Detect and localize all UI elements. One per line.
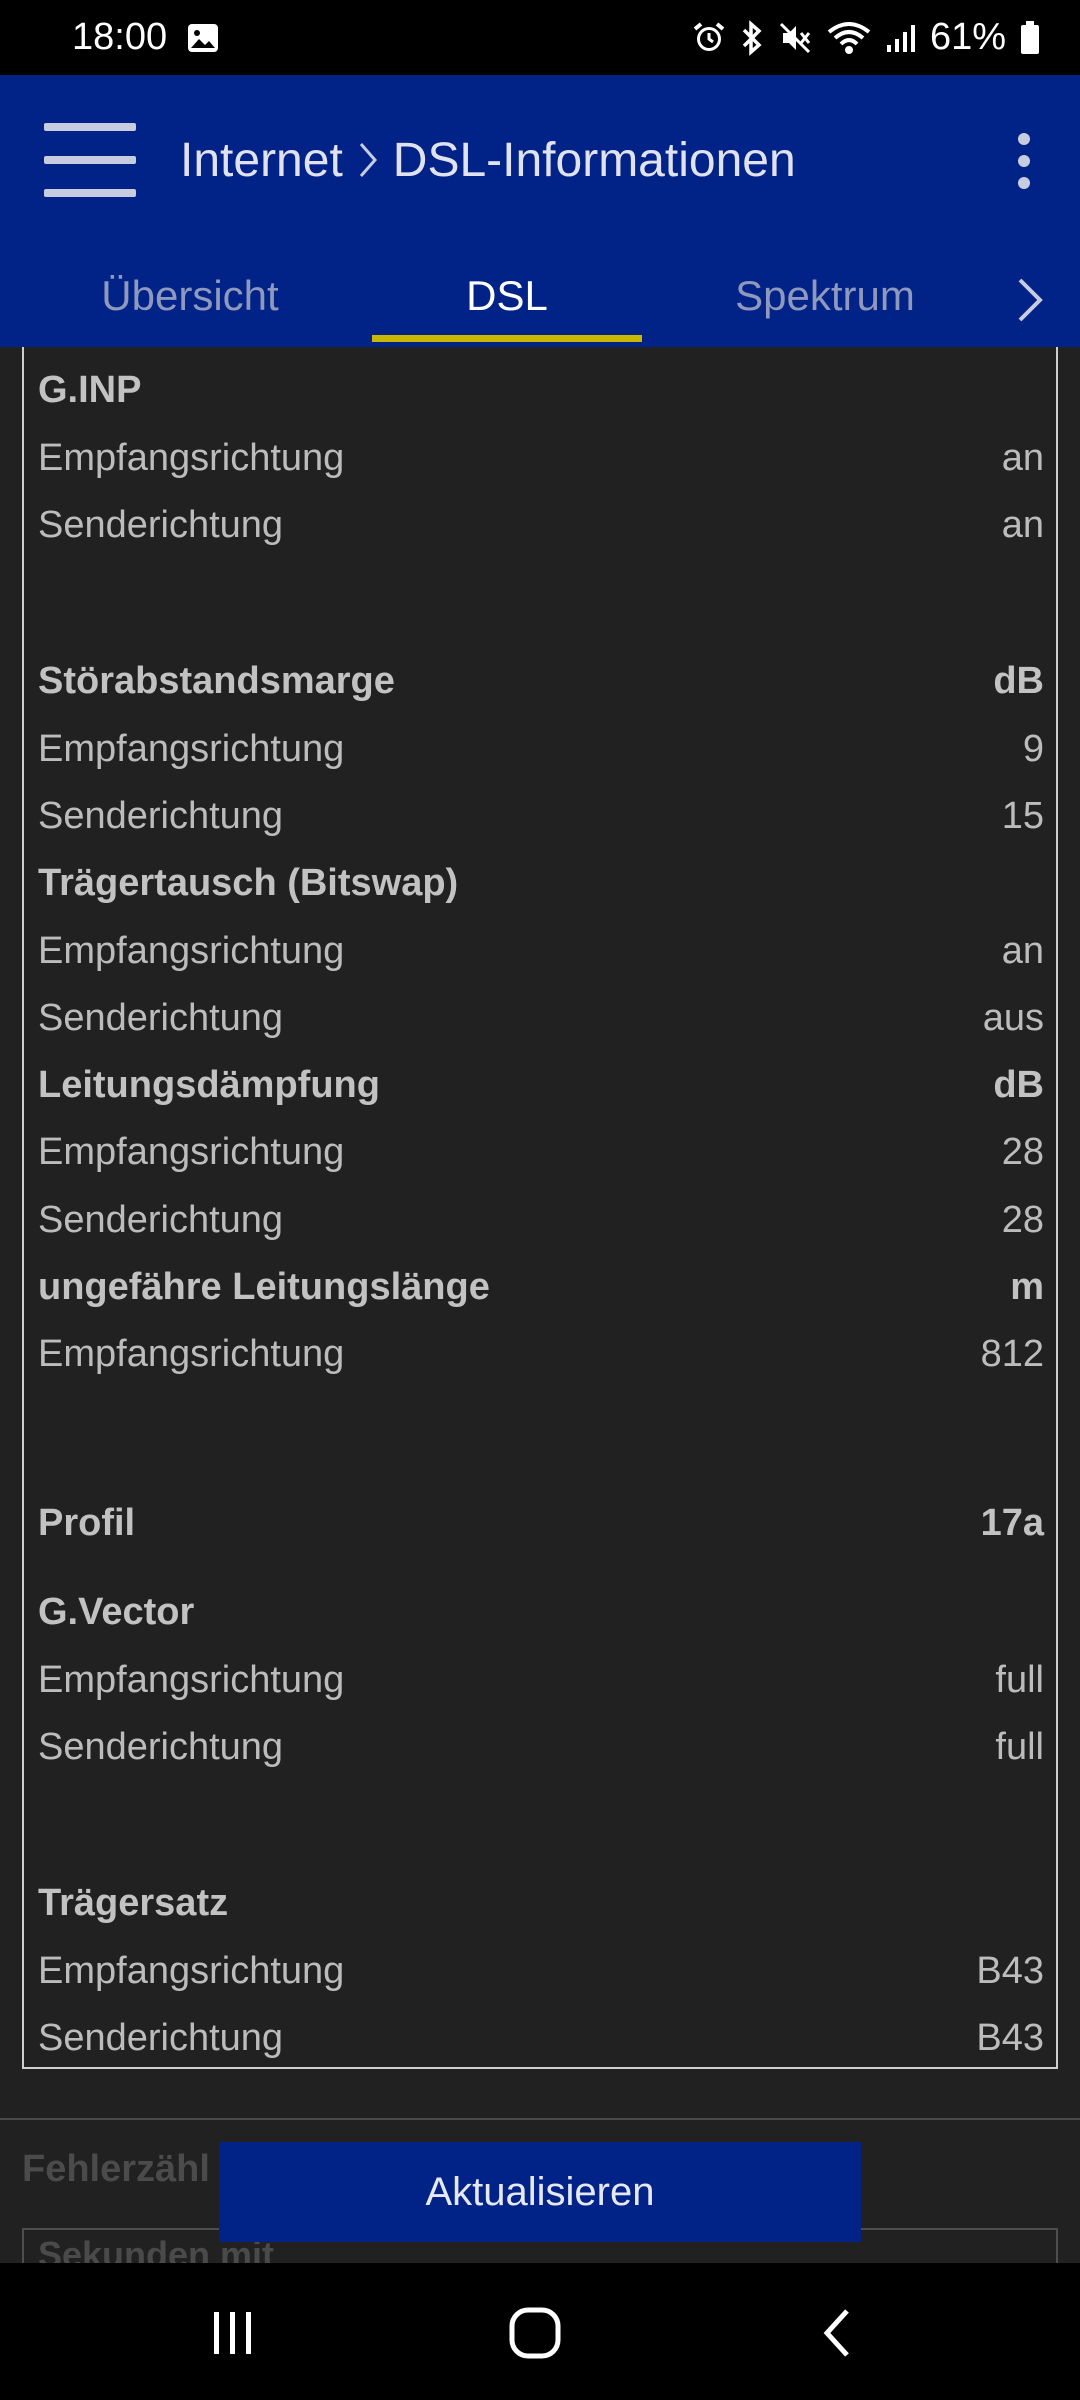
- recent-apps-icon[interactable]: [188, 2293, 278, 2373]
- row-label: Senderichtung: [38, 794, 284, 837]
- chevron-right-icon: [355, 140, 381, 180]
- ginp-downstream-row: Empfangsrichtung an: [38, 428, 1044, 488]
- bitswap-label: Trägertausch (Bitswap): [38, 861, 459, 904]
- attenuation-downstream-row: Empfangsrichtung 28: [38, 1122, 1044, 1182]
- image-notification-icon: [187, 23, 219, 53]
- snr-upstream-row: Senderichtung 15: [38, 786, 1044, 846]
- error-counter-heading: Fehlerzähl: [22, 2148, 210, 2190]
- row-label: Senderichtung: [38, 503, 284, 546]
- breadcrumb: Internet DSL-Informationen: [180, 128, 796, 192]
- snr-header: Störabstandsmarge dB: [38, 651, 1044, 711]
- row-value: 28: [1001, 1198, 1044, 1241]
- status-bar: 18:00 61%: [0, 0, 1080, 75]
- row-value: 812: [980, 1332, 1044, 1375]
- breadcrumb-root[interactable]: Internet: [180, 133, 343, 188]
- system-nav-bar: [0, 2263, 1080, 2400]
- more-options-button[interactable]: [1012, 133, 1036, 193]
- status-time: 18:00: [72, 16, 168, 58]
- gvector-label: G.Vector: [38, 1590, 195, 1633]
- row-value: an: [1001, 436, 1044, 479]
- ginp-upstream-row: Senderichtung an: [38, 495, 1044, 555]
- row-value: 15: [1001, 794, 1044, 837]
- snr-label: Störabstandsmarge: [38, 659, 395, 702]
- row-value: an: [1001, 929, 1044, 972]
- row-value: B43: [976, 1949, 1044, 1992]
- row-label: Empfangsrichtung: [38, 929, 345, 972]
- bitswap-downstream-row: Empfangsrichtung an: [38, 921, 1044, 981]
- row-label: Senderichtung: [38, 1198, 284, 1241]
- snr-unit: dB: [993, 659, 1044, 702]
- tab-scroll-right-icon[interactable]: [1010, 270, 1050, 330]
- row-value: B43: [976, 2016, 1044, 2059]
- row-value: aus: [982, 996, 1044, 1039]
- mute-icon: [778, 21, 812, 55]
- line-length-downstream-row: Empfangsrichtung 812: [38, 1324, 1044, 1384]
- line-length-label: ungefähre Leitungslänge: [38, 1265, 490, 1308]
- alarm-icon: [692, 21, 726, 55]
- row-value: full: [995, 1658, 1044, 1701]
- row-label: Senderichtung: [38, 996, 284, 1039]
- row-value: 9: [1022, 727, 1044, 770]
- carrier-set-label: Trägersatz: [38, 1881, 229, 1924]
- attenuation-upstream-row: Senderichtung 28: [38, 1190, 1044, 1250]
- signal-icon: [886, 23, 916, 53]
- active-tab-indicator: [372, 335, 642, 342]
- battery-percent: 61%: [929, 16, 1006, 58]
- row-label: Empfangsrichtung: [38, 1658, 345, 1701]
- ginp-label: G.INP: [38, 368, 142, 411]
- bluetooth-icon: [740, 19, 764, 56]
- tab-dsl[interactable]: DSL: [372, 245, 642, 347]
- gvector-downstream-row: Empfangsrichtung full: [38, 1650, 1044, 1710]
- carrier-set-upstream-row: Senderichtung B43: [38, 2008, 1044, 2068]
- tab-bar: Übersicht DSL Spektrum: [0, 245, 1080, 347]
- tab-spectrum[interactable]: Spektrum: [680, 245, 970, 347]
- tab-overview[interactable]: Übersicht: [40, 245, 340, 347]
- battery-icon: [1020, 20, 1040, 55]
- menu-button[interactable]: [44, 123, 136, 197]
- attenuation-header: Leitungsdämpfung dB: [38, 1055, 1044, 1115]
- profile-value: 17a: [980, 1501, 1044, 1544]
- row-label: Empfangsrichtung: [38, 436, 345, 479]
- attenuation-unit: dB: [993, 1063, 1044, 1106]
- app-bar: Internet DSL-Informationen Übersicht DSL…: [0, 75, 1080, 347]
- row-label: Empfangsrichtung: [38, 1949, 345, 1992]
- bitswap-upstream-row: Senderichtung aus: [38, 988, 1044, 1048]
- carrier-set-downstream-row: Empfangsrichtung B43: [38, 1941, 1044, 2001]
- gvector-upstream-row: Senderichtung full: [38, 1717, 1044, 1777]
- dsl-info-panel: G.INP Empfangsrichtung an Senderichtung …: [22, 347, 1058, 2069]
- row-label: Empfangsrichtung: [38, 727, 345, 770]
- row-value: an: [1001, 503, 1044, 546]
- back-icon[interactable]: [792, 2293, 882, 2373]
- gvector-header: G.Vector: [38, 1582, 1044, 1642]
- toolbar: Internet DSL-Informationen: [0, 75, 1080, 245]
- snr-downstream-row: Empfangsrichtung 9: [38, 719, 1044, 779]
- row-value: full: [995, 1725, 1044, 1768]
- attenuation-label: Leitungsdämpfung: [38, 1063, 380, 1106]
- section-divider: [0, 2118, 1080, 2120]
- carrier-set-header: Trägersatz: [38, 1873, 1044, 1933]
- refresh-button[interactable]: Aktualisieren: [219, 2142, 861, 2242]
- profile-label: Profil: [38, 1501, 136, 1544]
- row-label: Senderichtung: [38, 1725, 284, 1768]
- row-label: Senderichtung: [38, 2016, 284, 2059]
- profile-row: Profil 17a: [38, 1493, 1044, 1553]
- line-length-header: ungefähre Leitungslänge m: [38, 1257, 1044, 1317]
- row-label: Empfangsrichtung: [38, 1332, 345, 1375]
- ginp-header: G.INP: [38, 360, 1044, 420]
- row-value: 28: [1001, 1130, 1044, 1173]
- row-label: Empfangsrichtung: [38, 1130, 345, 1173]
- bitswap-header: Trägertausch (Bitswap): [38, 853, 1044, 913]
- line-length-unit: m: [1010, 1265, 1044, 1308]
- home-icon[interactable]: [490, 2293, 580, 2373]
- page-title: DSL-Informationen: [392, 133, 796, 187]
- wifi-icon: [826, 20, 872, 56]
